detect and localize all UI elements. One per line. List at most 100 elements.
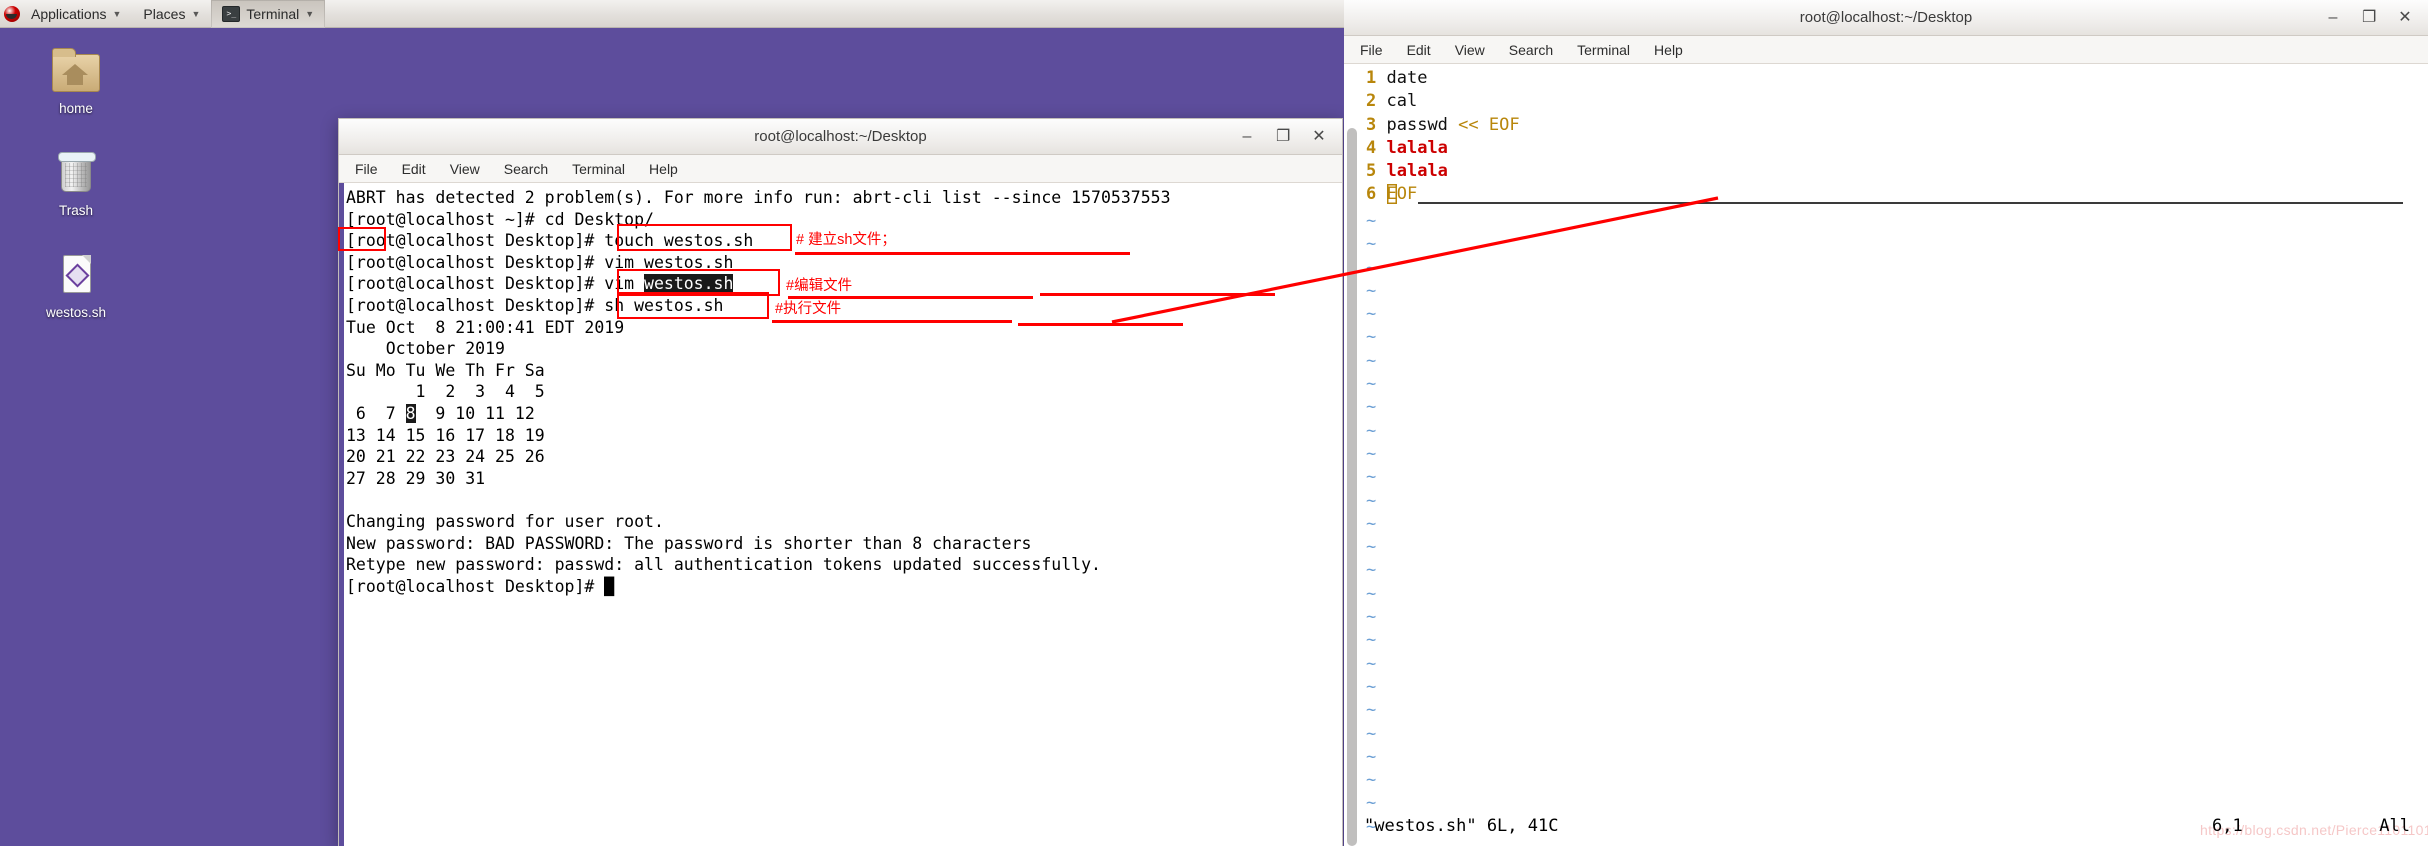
- term-line: [root@localhost Desktop]# vim westos.sh: [346, 252, 734, 272]
- panel-menu-places[interactable]: Places ▼: [132, 0, 211, 28]
- term-line: Tue Oct 8 21:00:41 EDT 2019: [346, 317, 625, 337]
- desktop-icon-home[interactable]: home: [28, 48, 124, 116]
- tilde-marker: ~: [1366, 700, 1377, 721]
- right-terminal-menubar[interactable]: File Edit View Search Terminal Help: [1344, 36, 2428, 64]
- panel-window-terminal[interactable]: >_ Terminal ▼: [211, 0, 326, 28]
- term-line-vim-selected: [root@localhost Desktop]# vim westos.sh: [346, 274, 734, 294]
- left-terminal-menubar[interactable]: File Edit View Search Terminal Help: [339, 155, 1342, 183]
- terminal-icon: >_: [222, 5, 241, 22]
- shell-script-file-icon: [50, 252, 102, 300]
- tilde-marker: ~: [1366, 280, 1377, 301]
- vim-scrollbar[interactable]: [1344, 128, 1360, 846]
- vim-scrollbar-thumb[interactable]: [1347, 128, 1357, 846]
- vim-current-line-underline: [1418, 202, 2403, 204]
- screen-root: Applications ▼ Places ▼ >_ Terminal ▼ ho…: [0, 0, 2428, 846]
- term-line: 1 2 3 4 5: [346, 382, 545, 402]
- tilde-marker: ~: [1366, 560, 1377, 581]
- close-icon[interactable]: ✕: [2398, 9, 2412, 26]
- menu-edit[interactable]: Edit: [1405, 40, 1433, 60]
- vim-cursor: E: [1386, 184, 1397, 205]
- term-line: Retype new password: passwd: all authent…: [346, 555, 1101, 575]
- vim-status-position: 6,1: [2212, 816, 2243, 836]
- vim-editor-body[interactable]: 1 date 2 cal 3 passwd << EOF 4 lalala 5 …: [1344, 64, 2428, 846]
- vim-filename-highlight: westos.sh: [644, 274, 734, 294]
- tilde-marker: ~: [1366, 257, 1377, 278]
- tilde-marker: ~: [1366, 583, 1377, 604]
- tilde-marker: ~: [1366, 467, 1377, 488]
- desktop-icon-trash[interactable]: Trash: [28, 150, 124, 218]
- menu-help[interactable]: Help: [647, 159, 680, 179]
- term-line: [root@localhost Desktop]# touch westos.s…: [346, 231, 754, 251]
- tilde-marker: ~: [1366, 374, 1377, 395]
- menu-terminal[interactable]: Terminal: [1575, 40, 1632, 60]
- vim-line-number: 2: [1366, 91, 1377, 112]
- calendar-today-highlight: 8: [405, 403, 416, 423]
- left-terminal-window[interactable]: root@localhost:~/Desktop – ❐ ✕ File Edit…: [338, 118, 1343, 846]
- tilde-marker: ~: [1366, 443, 1377, 464]
- vim-status-file: "westos.sh" 6L, 41C: [1364, 816, 1559, 836]
- vim-line-text: cal: [1386, 91, 1418, 112]
- desktop-icon-westos-sh[interactable]: westos.sh: [28, 252, 124, 320]
- minimize-icon[interactable]: –: [2326, 9, 2340, 26]
- menu-view[interactable]: View: [448, 159, 482, 179]
- menu-terminal[interactable]: Terminal: [570, 159, 627, 179]
- term-line: [root@localhost Desktop]# sh westos.sh: [346, 295, 724, 315]
- chevron-down-icon: ▼: [305, 9, 315, 19]
- term-line-prompt: [root@localhost Desktop]# █: [346, 576, 615, 596]
- term-line: October 2019: [346, 339, 505, 359]
- tilde-marker: ~: [1366, 327, 1377, 348]
- minimize-icon[interactable]: –: [1240, 128, 1254, 145]
- term-line: New password: BAD PASSWORD: The password…: [346, 533, 1032, 553]
- trash-can-icon: [50, 150, 102, 198]
- panel-menu-applications[interactable]: Applications ▼: [20, 0, 132, 28]
- desktop-icon-label: Trash: [58, 203, 93, 218]
- maximize-icon[interactable]: ❐: [1276, 128, 1290, 145]
- right-terminal-title: root@localhost:~/Desktop: [1799, 9, 1973, 26]
- term-line: [root@localhost ~]# cd Desktop/: [346, 209, 654, 229]
- vim-buffer-text: 1 date 2 cal 3 passwd << EOF 4 lalala 5 …: [1366, 67, 1520, 207]
- menu-search[interactable]: Search: [1507, 40, 1555, 60]
- maximize-icon[interactable]: ❐: [2362, 9, 2376, 26]
- vim-line-command: passwd: [1386, 114, 1448, 135]
- panel-terminal-label: Terminal: [246, 5, 300, 22]
- term-line: 20 21 22 23 24 25 26: [346, 447, 545, 467]
- tilde-marker: ~: [1366, 304, 1377, 325]
- menu-edit[interactable]: Edit: [400, 159, 428, 179]
- tilde-marker: ~: [1366, 211, 1377, 231]
- redhat-logo-icon: [4, 5, 20, 22]
- tilde-marker: ~: [1366, 490, 1377, 511]
- tilde-marker: ~: [1366, 420, 1377, 441]
- term-line: 27 28 29 30 31: [346, 468, 486, 488]
- term-line: Changing password for user root.: [346, 511, 664, 531]
- chevron-down-icon: ▼: [112, 9, 122, 19]
- close-icon[interactable]: ✕: [1312, 128, 1326, 145]
- term-line: 13 14 15 16 17 18 19: [346, 425, 545, 445]
- tilde-marker: ~: [1366, 676, 1377, 697]
- tilde-marker: ~: [1366, 397, 1377, 418]
- left-terminal-body[interactable]: ABRT has detected 2 problem(s). For more…: [339, 183, 1342, 846]
- panel-places-label: Places: [143, 5, 186, 22]
- vim-status-percent: All: [2379, 816, 2410, 836]
- menu-help[interactable]: Help: [1652, 40, 1685, 60]
- menu-file[interactable]: File: [1358, 40, 1385, 60]
- vim-heredoc-tag: EOF: [1488, 114, 1520, 135]
- vim-empty-line-markers: ~ ~ ~ ~ ~ ~ ~ ~ ~ ~ ~ ~ ~ ~ ~ ~ ~ ~ ~ ~ …: [1366, 210, 1376, 839]
- menu-search[interactable]: Search: [502, 159, 550, 179]
- vim-line-text: lalala: [1386, 137, 1448, 158]
- tilde-marker: ~: [1366, 537, 1377, 558]
- menu-view[interactable]: View: [1453, 40, 1487, 60]
- right-terminal-titlebar[interactable]: root@localhost:~/Desktop – ❐ ✕: [1344, 0, 2428, 36]
- vim-line-text: date: [1386, 68, 1428, 88]
- vim-line-number: 5: [1366, 161, 1377, 182]
- tilde-marker: ~: [1366, 607, 1377, 628]
- tilde-marker: ~: [1366, 746, 1377, 767]
- vim-line-number: 1: [1366, 68, 1377, 88]
- menu-file[interactable]: File: [353, 159, 380, 179]
- vim-heredoc-operator: <<: [1458, 114, 1479, 135]
- right-terminal-window[interactable]: root@localhost:~/Desktop – ❐ ✕ File Edit…: [1344, 0, 2428, 846]
- terminal-cursor: █: [604, 576, 615, 596]
- left-terminal-titlebar[interactable]: root@localhost:~/Desktop – ❐ ✕: [339, 119, 1342, 155]
- tilde-marker: ~: [1366, 723, 1377, 744]
- term-line: Su Mo Tu We Th Fr Sa: [346, 360, 545, 380]
- vim-line-text-eof: EOF: [1386, 184, 1418, 205]
